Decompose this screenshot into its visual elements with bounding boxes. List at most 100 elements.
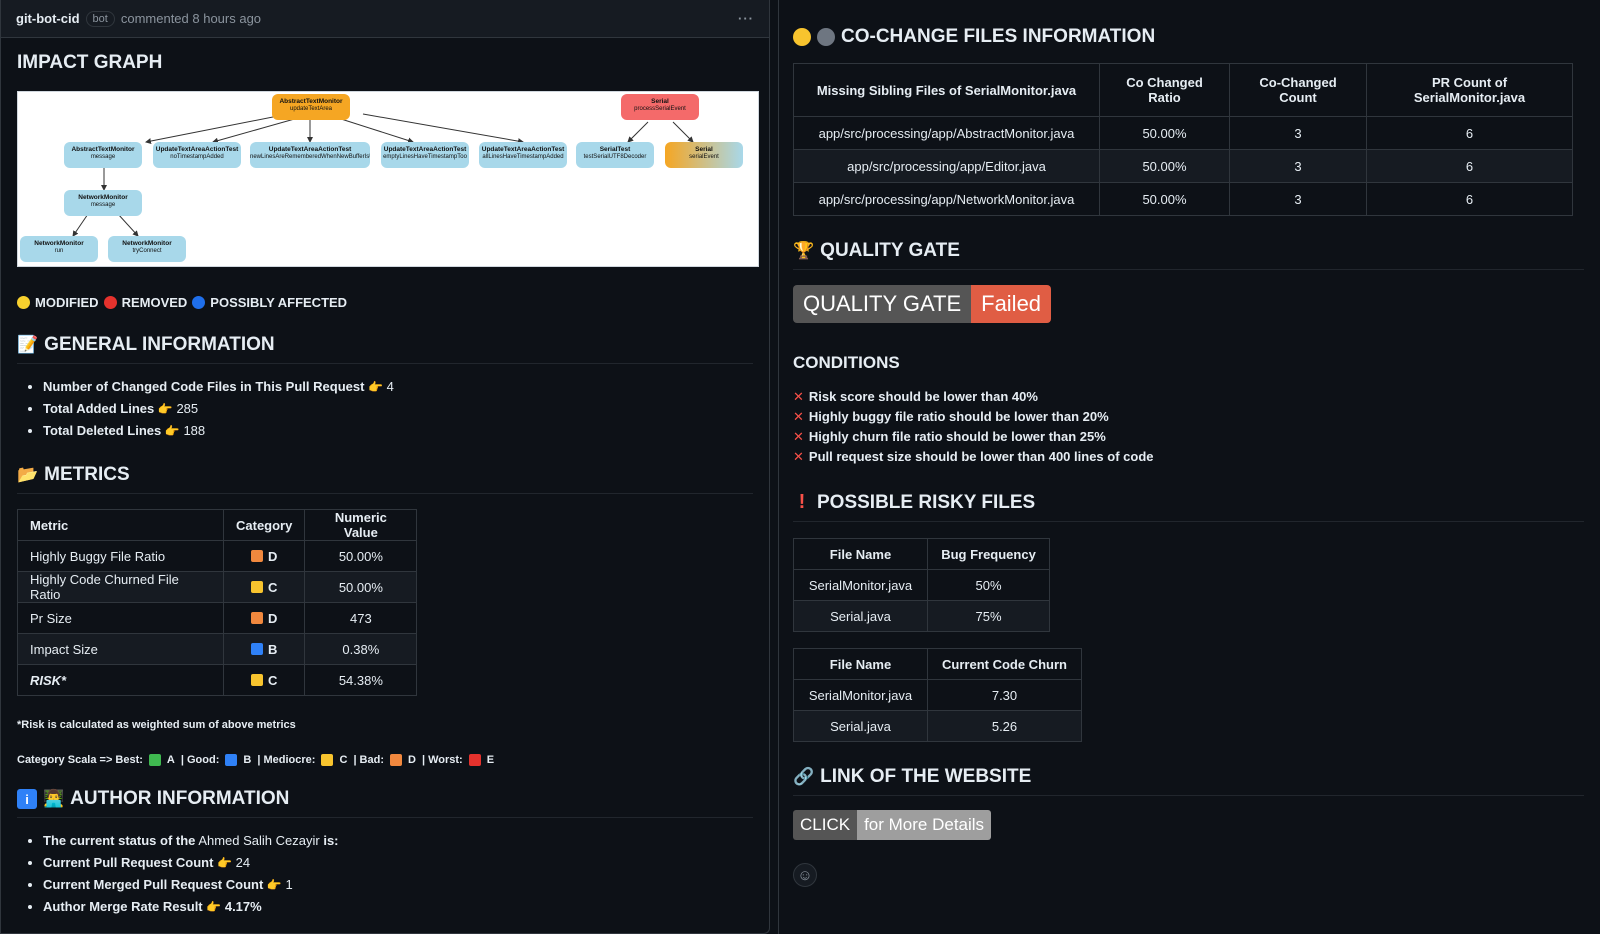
comment-timestamp[interactable]: commented 8 hours ago bbox=[121, 11, 261, 26]
scala-label: Mediocre: bbox=[263, 754, 316, 766]
general-info-title: GENERAL INFORMATION bbox=[44, 334, 275, 355]
count-cell: 3 bbox=[1229, 149, 1367, 183]
ratio-cell: 50.00% bbox=[1099, 149, 1230, 183]
graph-node-networkmonitor-run: NetworkMonitor run bbox=[20, 236, 98, 262]
graph-node-serial-process: Serial processSerialEvent bbox=[621, 94, 699, 120]
metric-category: C bbox=[222, 571, 306, 603]
orange-square-icon bbox=[390, 754, 402, 766]
table-row: SerialMonitor.java 50% bbox=[793, 569, 1050, 601]
link-icon: 🔗 bbox=[793, 767, 815, 786]
cross-mark-icon: ✕ bbox=[793, 449, 804, 464]
table-row: Highly Code Churned File Ratio C 50.00% bbox=[17, 571, 418, 603]
file-cell: app/src/processing/app/AbstractMonitor.j… bbox=[793, 116, 1100, 150]
table-header-row: File Name Current Code Churn bbox=[793, 648, 1082, 680]
bot-badge: bot bbox=[85, 10, 115, 27]
moon-face-icon bbox=[817, 28, 835, 46]
badge-click-label[interactable]: CLICK bbox=[793, 810, 858, 840]
col-value: Numeric Value bbox=[304, 509, 418, 541]
website-heading: 🔗 LINK OF THE WEBSITE bbox=[793, 766, 1584, 796]
col-file-name: File Name bbox=[793, 538, 928, 570]
comment-menu-button[interactable]: ··· bbox=[738, 11, 754, 26]
author-info-title: AUTHOR INFORMATION bbox=[70, 788, 290, 809]
author-name: Ahmed Salih Cezayir bbox=[198, 833, 320, 848]
metric-name: Highly Code Churned File Ratio bbox=[17, 571, 224, 603]
col-file-name: File Name bbox=[793, 648, 928, 680]
pointing-hand-icon: 👉 bbox=[157, 402, 173, 416]
risky-files-title: POSSIBLE RISKY FILES bbox=[817, 491, 1036, 513]
list-item: The current status of the Ahmed Salih Ce… bbox=[43, 830, 753, 852]
details-link-badge[interactable]: CLICK for More Details bbox=[793, 810, 992, 840]
file-cell: Serial.java bbox=[793, 710, 928, 742]
metric-category: C bbox=[222, 664, 306, 696]
churn-cell: 5.26 bbox=[927, 710, 1082, 742]
metric-value: 50.00% bbox=[304, 571, 418, 603]
frequency-cell: 50% bbox=[927, 569, 1050, 601]
trophy-icon: 🏆 bbox=[793, 241, 815, 260]
badge-details-label[interactable]: for More Details bbox=[857, 810, 992, 840]
impact-graph-heading: IMPACT GRAPH bbox=[17, 52, 753, 81]
scala-grade: D bbox=[408, 754, 416, 766]
condition-item: ✕ Pull request size should be lower than … bbox=[793, 449, 1154, 464]
table-row: app/src/processing/app/AbstractMonitor.j… bbox=[793, 116, 1573, 150]
metric-category: B bbox=[222, 633, 306, 665]
green-square-icon bbox=[148, 754, 161, 766]
col-count: Co-Changed Count bbox=[1229, 63, 1367, 117]
col-metric: Metric bbox=[17, 509, 224, 541]
add-reaction-icon[interactable]: ☺ bbox=[793, 863, 817, 887]
scala-prefix: Category Scala => bbox=[17, 754, 113, 766]
table-header-row: File Name Bug Frequency bbox=[793, 538, 1050, 570]
table-row: Pr Size D 473 bbox=[17, 602, 418, 634]
table-row: Serial.java 5.26 bbox=[793, 710, 1082, 742]
file-cell: app/src/processing/app/Editor.java bbox=[793, 149, 1100, 183]
count-cell: 3 bbox=[1229, 182, 1367, 216]
list-item: Current Pull Request Count 👉 24 bbox=[43, 852, 753, 874]
table-row: app/src/processing/app/Editor.java 50.00… bbox=[793, 149, 1573, 183]
table-header-row: Metric Category Numeric Value bbox=[17, 509, 418, 541]
graph-node-abstracttextmonitor-message: AbstractTextMonitor message bbox=[64, 142, 142, 168]
file-cell: SerialMonitor.java bbox=[793, 679, 928, 711]
badge-status: Failed bbox=[971, 285, 1052, 323]
condition-item: ✕ Highly churn file ratio should be lower… bbox=[793, 429, 1106, 444]
file-cell: SerialMonitor.java bbox=[793, 569, 928, 601]
orange-square-icon bbox=[250, 549, 263, 562]
red-circle-icon bbox=[103, 296, 117, 309]
yellow-square-icon bbox=[321, 754, 334, 766]
graph-node-updatetest-notimestamp: UpdateTextAreaActionTest noTimestampAdded bbox=[153, 142, 241, 168]
graph-node-serial-event: Serial serialEvent bbox=[665, 142, 743, 168]
pr-count-cell: 6 bbox=[1366, 149, 1573, 183]
quality-gate-heading: 🏆 QUALITY GATE bbox=[793, 240, 1584, 270]
file-cell: app/src/processing/app/NetworkMonitor.ja… bbox=[793, 182, 1100, 216]
metric-name: RISK* bbox=[17, 664, 224, 696]
folder-icon: 📂 bbox=[17, 465, 39, 484]
scala-label: Good: bbox=[187, 754, 220, 766]
col-ratio: Co Changed Ratio bbox=[1099, 63, 1230, 117]
frequency-cell: 75% bbox=[927, 600, 1050, 632]
graph-node-serialtest: SerialTest testSerialUTF8Decoder bbox=[576, 142, 654, 168]
scala-label: Worst: bbox=[428, 754, 463, 766]
condition-item: ✕ Highly buggy file ratio should be lower… bbox=[793, 409, 1109, 424]
graph-node-updatetest-emptylines: UpdateTextAreaActionTest emptyLinesHaveTi… bbox=[381, 142, 469, 168]
comment-author-link[interactable]: git-bot-cid bbox=[16, 11, 80, 26]
impact-graph-title: IMPACT GRAPH bbox=[17, 52, 163, 73]
sun-face-icon bbox=[793, 28, 811, 46]
metrics-heading: 📂 METRICS bbox=[17, 464, 753, 494]
graph-node-networkmonitor-tryconnect: NetworkMonitor tryConnect bbox=[108, 236, 186, 262]
conditions-title: CONDITIONS bbox=[793, 353, 900, 372]
yellow-square-icon bbox=[250, 673, 263, 686]
pr-count-cell: 6 bbox=[1366, 116, 1573, 150]
comment-header: git-bot-cid bot commented 8 hours ago ··… bbox=[1, 0, 769, 38]
metric-name: Impact Size bbox=[17, 633, 224, 665]
scala-grade: C bbox=[339, 754, 348, 766]
metric-name: Highly Buggy File Ratio bbox=[17, 540, 224, 572]
general-info-heading: 📝 GENERAL INFORMATION bbox=[17, 334, 753, 364]
blue-square-icon bbox=[250, 642, 263, 655]
metrics-title: METRICS bbox=[44, 464, 130, 485]
category-scala: Category Scala => Best: A | Good: B | Medi… bbox=[17, 754, 495, 766]
bug-frequency-table: File Name Bug Frequency SerialMonitor.ja… bbox=[793, 538, 1050, 632]
exclamation-icon: ! bbox=[798, 491, 806, 513]
col-pr-count: PR Count of SerialMonitor.java bbox=[1366, 63, 1573, 117]
yellow-square-icon bbox=[250, 580, 263, 593]
info-icon: i bbox=[17, 789, 37, 809]
legend-removed: REMOVED bbox=[121, 295, 188, 310]
table-row: Serial.java 75% bbox=[793, 600, 1050, 632]
